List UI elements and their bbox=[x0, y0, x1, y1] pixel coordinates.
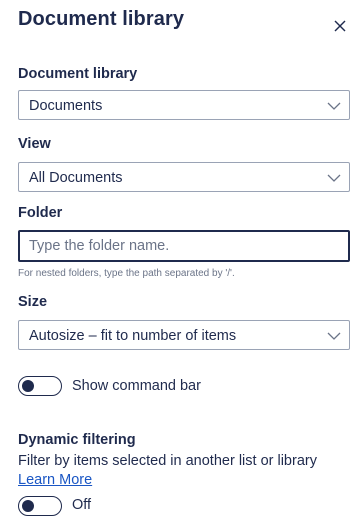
dynamic-filtering-description-text: Filter by items selected in another list… bbox=[18, 453, 317, 469]
document-library-label: Document library bbox=[18, 66, 138, 82]
toggle-knob bbox=[22, 380, 34, 392]
chevron-down-icon bbox=[327, 173, 341, 183]
panel-title: Document library bbox=[18, 8, 185, 30]
folder-label: Folder bbox=[18, 205, 63, 221]
size-selected: Autosize – fit to number of items bbox=[29, 328, 237, 344]
size-dropdown[interactable]: Autosize – fit to number of items bbox=[18, 320, 350, 350]
toggle-knob bbox=[22, 500, 34, 512]
view-selected: All Documents bbox=[29, 170, 123, 186]
learn-more-link[interactable]: Learn More bbox=[18, 472, 92, 488]
show-command-bar-toggle[interactable] bbox=[18, 376, 62, 396]
dynamic-filtering-title: Dynamic filtering bbox=[18, 432, 136, 448]
dynamic-filtering-toggle[interactable] bbox=[18, 496, 62, 516]
size-label: Size bbox=[18, 294, 48, 310]
chevron-down-icon bbox=[327, 331, 341, 341]
folder-helper-text: For nested folders, type the path separa… bbox=[18, 268, 235, 279]
chevron-down-icon bbox=[327, 101, 341, 111]
show-command-bar-label: Show command bar bbox=[72, 378, 201, 394]
dynamic-filtering-state-label: Off bbox=[72, 497, 92, 513]
view-label: View bbox=[18, 136, 51, 152]
document-library-dropdown[interactable]: Documents bbox=[18, 90, 350, 120]
close-button[interactable] bbox=[330, 16, 350, 36]
document-library-panel: Document library Document library Docume… bbox=[0, 0, 354, 516]
dynamic-filtering-description: Filter by items selected in another list… bbox=[18, 452, 338, 490]
close-icon bbox=[330, 16, 350, 36]
folder-input[interactable] bbox=[18, 230, 350, 262]
view-dropdown[interactable]: All Documents bbox=[18, 162, 350, 192]
document-library-selected: Documents bbox=[29, 98, 103, 114]
